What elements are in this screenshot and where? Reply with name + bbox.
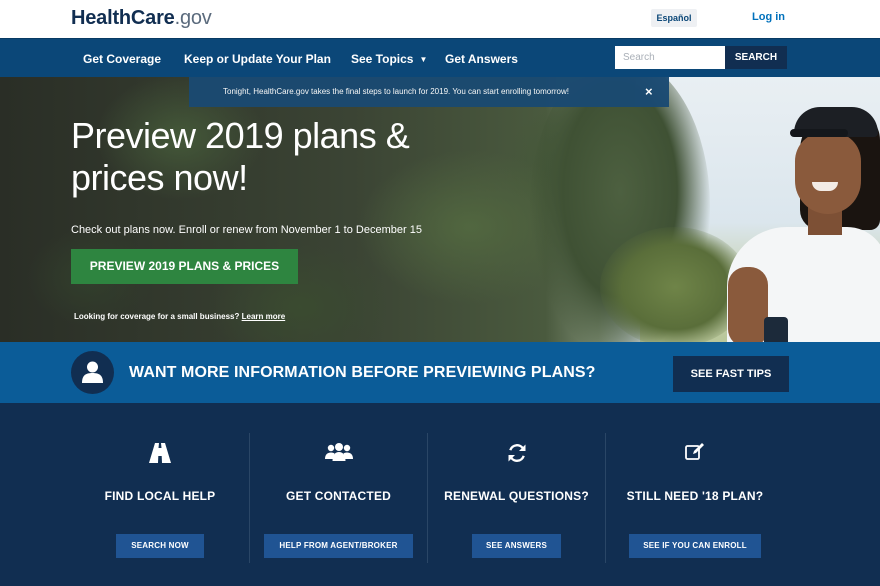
main-nav: Get Coverage Keep or Update Your Plan Se…: [0, 38, 880, 77]
feature-title: FIND LOCAL HELP: [104, 489, 216, 503]
hero-photo-water-bottle: [764, 317, 788, 342]
see-if-you-can-enroll-button[interactable]: SEE IF YOU CAN ENROLL: [629, 534, 761, 558]
search-button[interactable]: SEARCH: [725, 46, 787, 69]
nav-item-label: Keep or Update Your Plan: [184, 52, 331, 66]
see-fast-tips-button[interactable]: SEE FAST TIPS: [673, 356, 789, 392]
info-strip: WANT MORE INFORMATION BEFORE PREVIEWING …: [0, 342, 880, 403]
hero-photo-person-arm: [728, 267, 768, 342]
close-icon[interactable]: ×: [645, 84, 653, 99]
hero-banner: Tonight, HealthCare.gov takes the final …: [0, 77, 880, 342]
nav-item-label: See Topics: [351, 52, 414, 66]
feature-title: GET CONTACTED: [285, 489, 392, 503]
healthcare-gov-logo[interactable]: HealthCare.gov: [71, 7, 212, 30]
feature-find-local-help: FIND LOCAL HELP SEARCH NOW: [71, 403, 249, 586]
see-answers-button[interactable]: SEE ANSWERS: [472, 534, 561, 558]
login-link[interactable]: Log in: [752, 11, 785, 23]
language-toggle-button[interactable]: Español: [651, 9, 697, 27]
feature-still-need-18-plan: STILL NEED '18 PLAN? SEE IF YOU CAN ENRO…: [606, 403, 784, 586]
hero-photo-person-cap-brim: [790, 129, 848, 137]
search-input[interactable]: [615, 46, 725, 69]
caret-down-icon: ▼: [419, 55, 428, 64]
site-header: HealthCare.gov Español Log in: [0, 0, 880, 38]
feature-renewal-questions: RENEWAL QUESTIONS? SEE ANSWERS: [428, 403, 605, 586]
preview-plans-button[interactable]: PREVIEW 2019 PLANS & PRICES: [71, 249, 298, 284]
features-section: FIND LOCAL HELP SEARCH NOW GET CONTACTED…: [0, 403, 880, 586]
nav-item-see-topics[interactable]: See Topics ▼: [351, 52, 427, 66]
hero-subtitle: Check out plans now. Enroll or renew fro…: [71, 224, 422, 236]
alert-text: Tonight, HealthCare.gov takes the final …: [223, 87, 569, 96]
nav-item-get-coverage[interactable]: Get Coverage: [83, 52, 161, 66]
learn-more-link[interactable]: Learn more: [242, 312, 286, 321]
nav-item-keep-update-plan[interactable]: Keep or Update Your Plan: [184, 52, 331, 66]
nav-item-label: Get Coverage: [83, 52, 162, 66]
edit-icon: [606, 443, 784, 466]
group-icon: [250, 443, 427, 466]
alert-banner: Tonight, HealthCare.gov takes the final …: [189, 77, 669, 107]
search-now-button[interactable]: SEARCH NOW: [116, 534, 204, 558]
feature-title: RENEWAL QUESTIONS?: [444, 489, 589, 503]
logo-brand: HealthCare: [71, 7, 175, 29]
hero-photo-person-face: [795, 132, 861, 214]
hero-title: Preview 2019 plans & prices now!: [71, 115, 410, 198]
nav-item-label: Get Answers: [445, 52, 518, 66]
small-business-note: Looking for coverage for a small busines…: [74, 312, 285, 321]
refresh-icon: [428, 443, 605, 468]
logo-tld: .gov: [174, 7, 212, 29]
help-from-agent-broker-button[interactable]: HELP FROM AGENT/BROKER: [264, 534, 413, 558]
road-icon: [71, 443, 249, 468]
person-icon: [71, 351, 114, 394]
feature-title: STILL NEED '18 PLAN?: [626, 489, 764, 503]
info-strip-heading: WANT MORE INFORMATION BEFORE PREVIEWING …: [129, 364, 596, 381]
feature-get-contacted: GET CONTACTED HELP FROM AGENT/BROKER: [250, 403, 427, 586]
small-business-text: Looking for coverage for a small busines…: [74, 312, 240, 321]
nav-item-get-answers[interactable]: Get Answers: [445, 52, 518, 66]
